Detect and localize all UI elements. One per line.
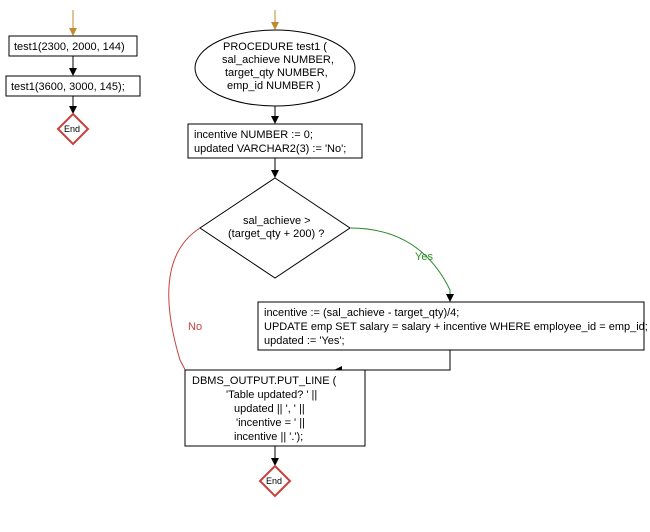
call1-text: test1(2300, 2000, 144) <box>14 41 125 53</box>
call2-node: test1(3600, 3000, 145); <box>6 76 140 96</box>
decl-l1: incentive NUMBER := 0; <box>194 129 313 141</box>
cond-l1: sal_achieve > <box>243 215 311 227</box>
proc-l1: PROCEDURE test1 ( <box>223 41 327 53</box>
no-label: No <box>188 321 202 333</box>
start-arrow-left <box>69 10 77 36</box>
call1-node: test1(2300, 2000, 144) <box>9 36 137 56</box>
cond-l2: (target_qty + 200) ? <box>228 228 324 240</box>
decl-node: incentive NUMBER := 0; updated VARCHAR2(… <box>188 124 362 158</box>
yes-l2: UPDATE emp SET salary = salary + incenti… <box>264 321 648 333</box>
end1-node: End <box>58 114 88 144</box>
out-l5: incentive || '.'); <box>234 431 303 443</box>
yes-block-node: incentive := (sal_achieve - target_qty)/… <box>258 302 648 350</box>
yes-l1: incentive := (sal_achieve - target_qty)/… <box>264 307 459 319</box>
decl-l2: updated VARCHAR2(3) := 'No'; <box>194 143 346 155</box>
out-l1: DBMS_OUTPUT.PUT_LINE ( <box>192 375 337 387</box>
out-l4: 'incentive = ' || <box>236 417 305 429</box>
flowchart-canvas: test1(2300, 2000, 144) test1(3600, 3000,… <box>0 0 650 532</box>
start-arrow-main <box>271 10 279 30</box>
arrow-output-end2 <box>271 446 279 466</box>
yes-l3: updated := 'Yes'; <box>264 335 345 347</box>
proc-l2: sal_achieve NUMBER, <box>222 54 334 66</box>
proc-l4: emp_id NUMBER ) <box>227 80 321 92</box>
out-l2: 'Table updated? ' || <box>226 389 317 401</box>
condition-node: sal_achieve > (target_qty + 200) ? <box>200 178 350 278</box>
yes-label: Yes <box>415 251 433 263</box>
proc-l3: target_qty NUMBER, <box>225 67 328 79</box>
procedure-header-node: PROCEDURE test1 ( sal_achieve NUMBER, ta… <box>195 30 355 106</box>
call2-text: test1(3600, 3000, 145); <box>11 81 125 93</box>
end1-text: End <box>64 124 80 134</box>
out-l3: updated || ', ' || <box>234 403 305 415</box>
arrow-proc-decl <box>271 106 279 124</box>
end2-node: End <box>260 466 290 496</box>
arrow-yes: Yes <box>350 228 454 302</box>
arrow-call2-end1 <box>69 96 77 114</box>
arrow-decl-cond <box>271 158 279 178</box>
output-node: DBMS_OUTPUT.PUT_LINE ( 'Table updated? '… <box>185 370 365 446</box>
arrow-call1-call2 <box>69 56 77 76</box>
end2-text: End <box>266 476 282 486</box>
